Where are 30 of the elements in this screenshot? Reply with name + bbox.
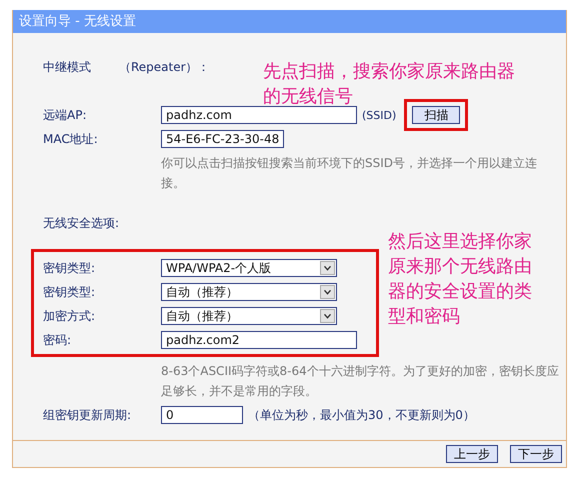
field-label: MAC地址: [43, 130, 99, 148]
password-field[interactable]: padhz.com2 [161, 331, 357, 349]
caret-icon [320, 261, 335, 275]
field-label: 密钥类型: [43, 284, 96, 300]
back-button[interactable]: 上一步 [446, 445, 498, 463]
mode-value: （Repeater）： [119, 58, 210, 76]
window-title: 设置向导 - 无线设置 [13, 10, 566, 33]
field-label: 加密方式: [43, 308, 96, 324]
scan-button[interactable]: 扫描 [412, 106, 460, 124]
caret-icon [320, 309, 335, 323]
mac-field[interactable]: 54-E6-FC-23-30-48 [161, 130, 284, 148]
ssid-label: (SSID) [362, 108, 396, 122]
caret-icon [320, 285, 335, 299]
section-label: 无线安全选项: [43, 214, 120, 232]
dropdown[interactable]: WPA/WPA2-个人版 [161, 259, 337, 277]
annotation-text: 然后这里选择你家原来那个无线路由器的安全设置的类型和密码 [388, 230, 533, 329]
dropdown[interactable]: 自动（推荐） [161, 307, 337, 325]
field-label: 密码: [43, 332, 72, 348]
rekey-field[interactable]: 0 [161, 406, 243, 424]
mode-label: 中继模式 [43, 58, 92, 76]
annotation-text: 先点扫描，搜索你家原来路由器的无线信号 [263, 60, 516, 109]
ssid-field[interactable]: padhz.com [161, 106, 357, 124]
unit-note: （单位为秒，最小值为30，不更新则为0） [248, 406, 475, 424]
hint-text: 8-63个ASCII码字符或8-64个十六进制字符。为了更好的加密，密钥长度应足够长，并不是常用的字段。 [161, 363, 560, 400]
dropdown[interactable]: 自动（推荐） [161, 283, 337, 301]
field-label: 密钥类型: [43, 260, 96, 276]
hint-text: 你可以点击扫描按钮搜索当前环境下的SSID号，并选择一个用以建立连接。 [161, 155, 538, 192]
field-label: 组密钥更新周期: [43, 406, 132, 424]
field-label: 远端AP: [43, 106, 88, 124]
next-button[interactable]: 下一步 [510, 445, 562, 463]
